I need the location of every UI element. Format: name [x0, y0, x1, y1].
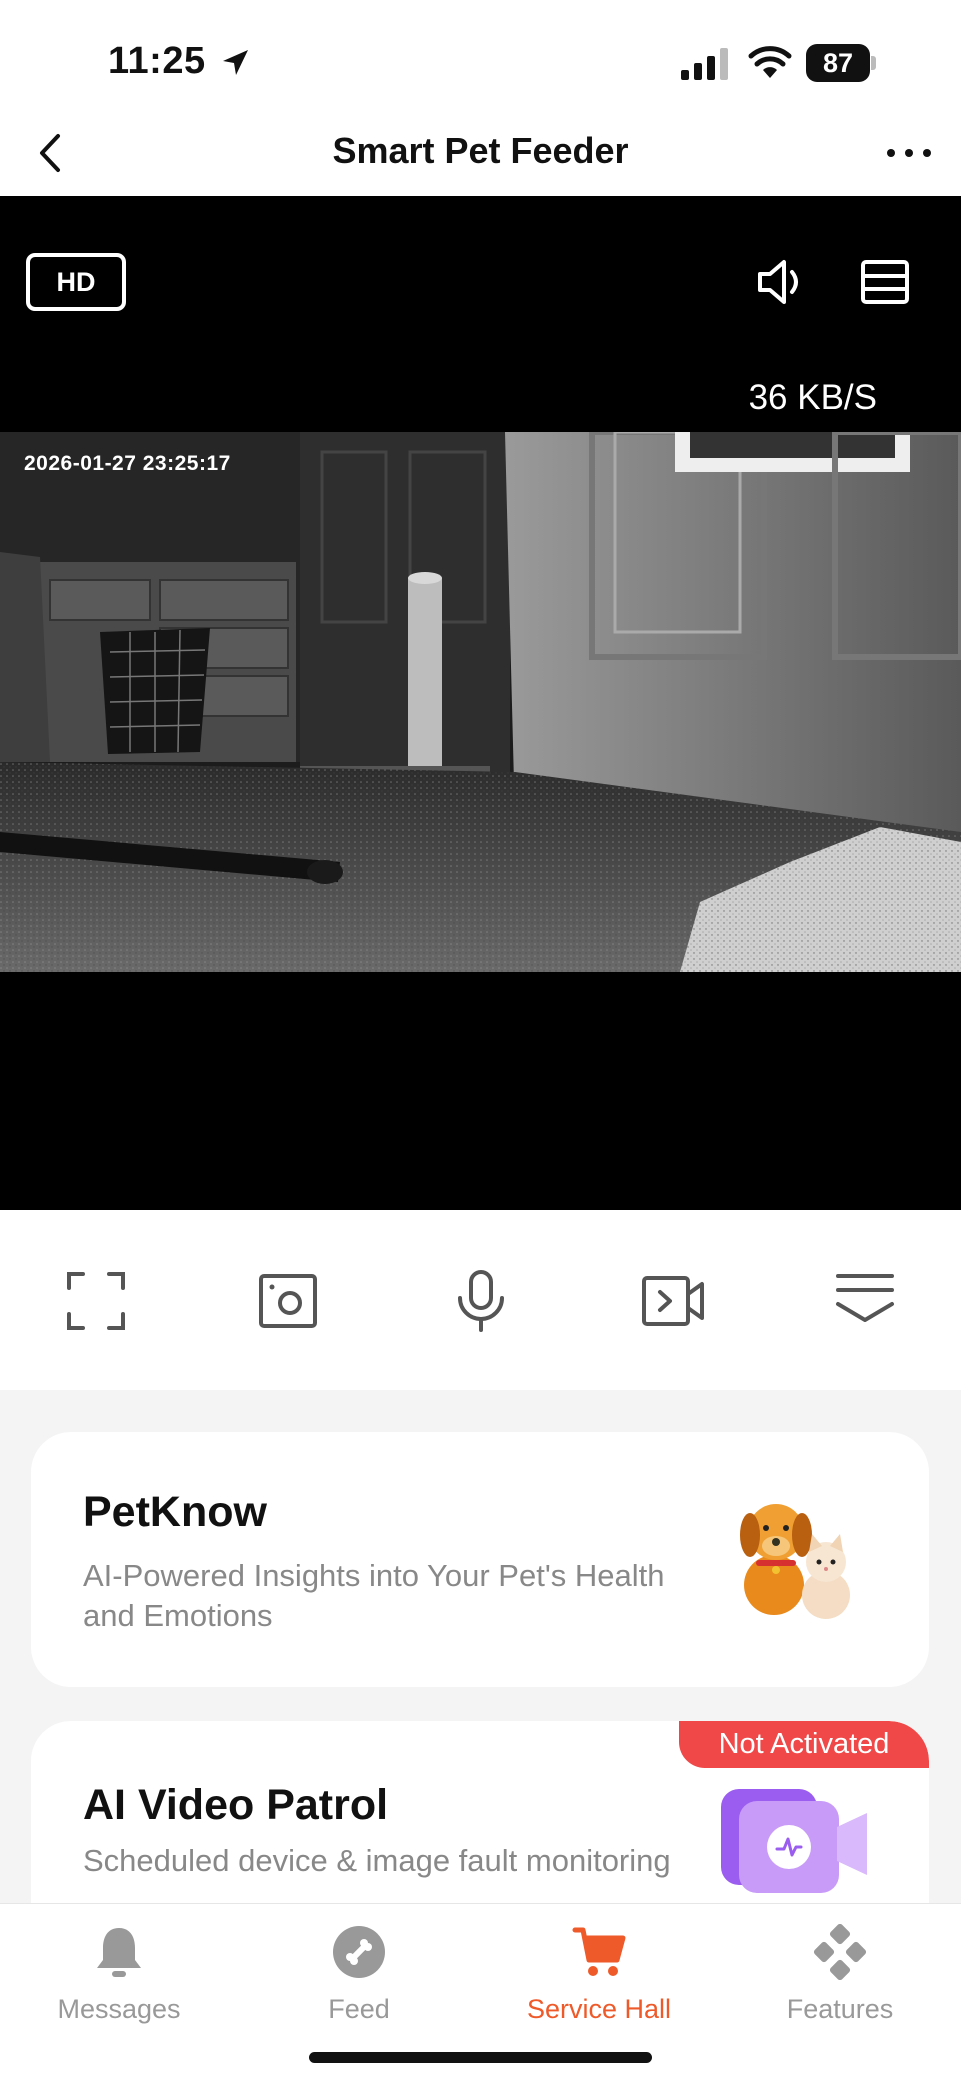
status-badge: Not Activated: [679, 1721, 929, 1768]
tab-features[interactable]: Features: [740, 1924, 940, 2034]
video-control-bar: [0, 1210, 961, 1390]
microphone-icon[interactable]: [448, 1268, 514, 1334]
home-indicator[interactable]: [309, 2052, 652, 2063]
dog-and-cat-icon: [740, 1504, 850, 1619]
video-timestamp: 2026-01-27 23:25:17: [24, 452, 231, 475]
collapse-icon[interactable]: [832, 1268, 898, 1334]
more-options-icon[interactable]: [879, 128, 939, 178]
location-arrow-icon: [223, 50, 248, 75]
tab-feed[interactable]: Feed: [259, 1924, 459, 2034]
status-bar: 11:25 87: [0, 0, 961, 120]
screenshot-icon[interactable]: [255, 1268, 321, 1334]
status-time: 11:25: [108, 40, 206, 82]
tab-feed-label: Feed: [328, 1994, 390, 2024]
patrol-description: Scheduled device & image fault monitorin…: [83, 1843, 671, 1878]
petknow-title: PetKnow: [83, 1488, 267, 1536]
battery-level: 87: [806, 44, 870, 82]
patrol-title: AI Video Patrol: [83, 1781, 389, 1829]
tab-messages-label: Messages: [57, 1994, 181, 2024]
video-patrol-icon: [721, 1789, 867, 1893]
page-title: Smart Pet Feeder: [332, 130, 629, 171]
fullscreen-icon[interactable]: [63, 1268, 129, 1334]
shopping-cart-icon: [572, 1927, 626, 1976]
camera-feed-image: 2026-01-27 23:25:17: [0, 432, 961, 972]
petknow-card[interactable]: PetKnow AI-Powered Insights into Your Pe…: [31, 1432, 929, 1687]
record-video-icon[interactable]: [640, 1268, 706, 1334]
tab-service-hall-label: Service Hall: [526, 1994, 672, 2024]
petknow-description: AI-Powered Insights into Your Pet's Heal…: [83, 1558, 665, 1633]
tab-messages[interactable]: Messages: [19, 1924, 219, 2034]
bone-food-icon: [333, 1926, 385, 1978]
bell-icon: [97, 1928, 141, 1977]
features-grid-icon: [813, 1924, 867, 1980]
tab-features-label: Features: [786, 1994, 894, 2024]
live-video-player[interactable]: HD 36 KB/S 2026-01-27 23:25:17: [0, 196, 961, 1210]
hd-quality-button[interactable]: HD: [26, 253, 126, 311]
app-header: Smart Pet Feeder: [0, 110, 961, 196]
bitrate-readout: 36 KB/S: [748, 378, 877, 417]
view-layout-icon[interactable]: [858, 254, 912, 310]
battery-indicator: 87: [806, 44, 876, 82]
wifi-icon: [748, 46, 792, 78]
tab-service-hall[interactable]: Service Hall: [499, 1924, 699, 2034]
speaker-muted-icon[interactable]: [752, 254, 808, 310]
cellular-signal-icon: [681, 48, 728, 80]
app-screen: 11:25 87 Smart Pet Feeder HD 36 KB/S 202…: [0, 0, 961, 2082]
